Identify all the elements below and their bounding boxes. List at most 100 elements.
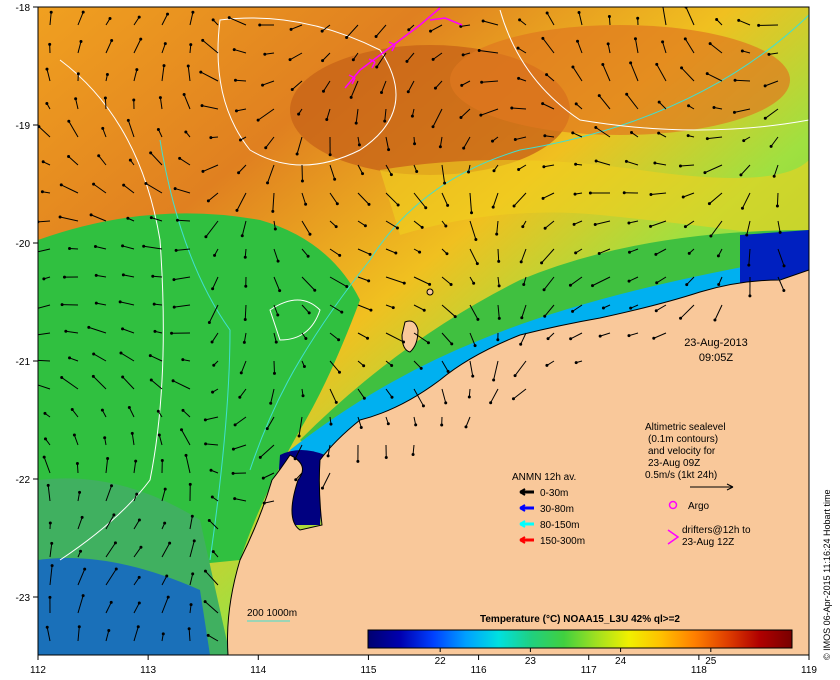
velocity-arrow-head bbox=[354, 121, 358, 125]
lon-tick-label: 119 bbox=[801, 665, 817, 676]
velocity-arrow-head bbox=[572, 222, 576, 226]
velocity-arrow-head bbox=[46, 483, 50, 487]
velocity-arrow-head bbox=[386, 422, 390, 426]
velocity-arrow-head bbox=[201, 169, 205, 173]
velocity-arrow-head bbox=[160, 459, 164, 463]
velocity-arrow-head bbox=[636, 16, 640, 20]
velocity-arrow-head bbox=[209, 136, 213, 140]
velocity-arrow-head bbox=[338, 253, 342, 257]
velocity-arrow-head bbox=[683, 37, 687, 41]
velocity-arrow-head bbox=[290, 88, 294, 92]
velocity-arrow-head bbox=[629, 61, 633, 65]
velocity-arrow-head bbox=[80, 515, 84, 519]
velocity-arrow-head bbox=[45, 625, 49, 629]
velocity-arrow-head bbox=[30, 334, 33, 337]
velocity-arrow-head bbox=[103, 436, 107, 440]
velocity-arrow-head bbox=[470, 211, 474, 215]
velocity-arrow-head bbox=[384, 456, 388, 460]
velocity-arrow-head bbox=[45, 67, 49, 71]
velocity-arrow-head bbox=[68, 356, 72, 360]
velocity-arrow-head bbox=[79, 549, 83, 553]
velocity-arrow-head bbox=[335, 202, 339, 206]
velocity-arrow-head bbox=[187, 627, 191, 631]
velocity-arrow-head bbox=[186, 64, 190, 68]
velocity-arrow-head bbox=[471, 374, 475, 378]
velocity-arrow-head bbox=[152, 302, 156, 306]
velocity-arrow-head bbox=[678, 164, 682, 168]
velocity-arrow-head bbox=[571, 309, 575, 313]
velocity-arrow-head bbox=[356, 459, 360, 463]
velocity-arrow-head bbox=[597, 251, 601, 255]
velocity-arrow-head bbox=[181, 358, 185, 362]
velocity-arrow-head bbox=[261, 476, 265, 480]
velocity-arrow-head bbox=[422, 308, 426, 312]
sst-map: 112 113 114 115 116 117 118 119 -18-19-20-21-22… bbox=[16, 3, 832, 676]
velocity-arrow-head bbox=[128, 158, 132, 162]
velocity-arrow-head bbox=[679, 316, 683, 320]
svg-text:23-Aug 12Z: 23-Aug 12Z bbox=[682, 537, 734, 548]
velocity-arrow-head bbox=[369, 308, 373, 312]
velocity-arrow-head bbox=[568, 283, 572, 287]
velocity-arrow-head bbox=[206, 199, 210, 203]
velocity-arrow-head bbox=[601, 306, 605, 310]
velocity-arrow-head bbox=[491, 205, 495, 209]
velocity-arrow-head bbox=[78, 490, 82, 494]
anmn-label: 0-30m bbox=[540, 488, 568, 499]
velocity-arrow-head bbox=[345, 285, 349, 289]
velocity-arrow-head bbox=[278, 289, 282, 293]
velocity-arrow-head bbox=[683, 225, 687, 229]
velocity-arrow-head bbox=[234, 109, 238, 113]
velocity-arrow-head bbox=[367, 279, 371, 283]
velocity-arrow-head bbox=[172, 278, 176, 282]
velocity-arrow-head bbox=[380, 90, 384, 94]
velocity-arrow-head bbox=[67, 155, 71, 159]
velocity-arrow-head bbox=[204, 235, 208, 239]
velocity-arrow-head bbox=[109, 600, 113, 604]
colorbar-tick-label: 23 bbox=[525, 656, 537, 667]
velocity-arrow-head bbox=[105, 72, 109, 76]
velocity-arrow-head bbox=[418, 250, 422, 254]
velocity-arrow-head bbox=[574, 102, 578, 106]
velocity-arrow-head bbox=[149, 378, 153, 382]
anmn-label: 150-300m bbox=[540, 536, 585, 547]
velocity-arrow-head bbox=[211, 550, 215, 554]
svg-text:drifters@12h to: drifters@12h to bbox=[682, 525, 751, 536]
velocity-arrow-head bbox=[519, 342, 523, 346]
svg-text:Altimetric sealevel: Altimetric sealevel bbox=[645, 422, 726, 433]
velocity-arrow-head bbox=[496, 338, 500, 342]
velocity-arrow-head bbox=[161, 632, 165, 636]
velocity-arrow-head bbox=[446, 369, 450, 373]
velocity-arrow-head bbox=[541, 196, 545, 200]
velocity-arrow-head bbox=[349, 95, 353, 99]
velocity-arrow-head bbox=[778, 230, 782, 234]
velocity-arrow-head bbox=[574, 162, 578, 166]
velocity-arrow-head bbox=[406, 90, 410, 94]
velocity-arrow-head bbox=[368, 252, 372, 256]
velocity-arrow-head bbox=[740, 206, 744, 210]
velocity-arrow-head bbox=[517, 76, 521, 80]
velocity-arrow-head bbox=[92, 352, 96, 356]
velocity-arrow-head bbox=[716, 254, 720, 258]
velocity-arrow-head bbox=[274, 340, 278, 344]
velocity-arrow-head bbox=[263, 52, 267, 56]
velocity-arrow-head bbox=[258, 23, 262, 27]
velocity-arrow-head bbox=[395, 226, 399, 230]
velocity-arrow-head bbox=[421, 404, 425, 408]
velocity-arrow-head bbox=[429, 29, 433, 33]
velocity-arrow-head bbox=[362, 364, 366, 368]
velocity-arrow-head bbox=[709, 234, 713, 238]
velocity-arrow-head bbox=[206, 633, 210, 637]
velocity-arrow-head bbox=[119, 351, 123, 355]
velocity-arrow-head bbox=[334, 225, 338, 229]
velocity-arrow-head bbox=[325, 118, 329, 122]
velocity-arrow-head bbox=[473, 344, 477, 348]
svg-text:Argo: Argo bbox=[688, 501, 710, 512]
velocity-arrow-head bbox=[137, 601, 141, 605]
velocity-arrow-head bbox=[156, 127, 160, 131]
velocity-arrow-head bbox=[748, 294, 752, 298]
velocity-arrow-head bbox=[763, 84, 767, 88]
velocity-arrow-head bbox=[232, 48, 236, 52]
velocity-arrow-head bbox=[233, 78, 237, 82]
velocity-arrow-head bbox=[91, 374, 95, 378]
velocity-arrow-head bbox=[271, 209, 275, 213]
